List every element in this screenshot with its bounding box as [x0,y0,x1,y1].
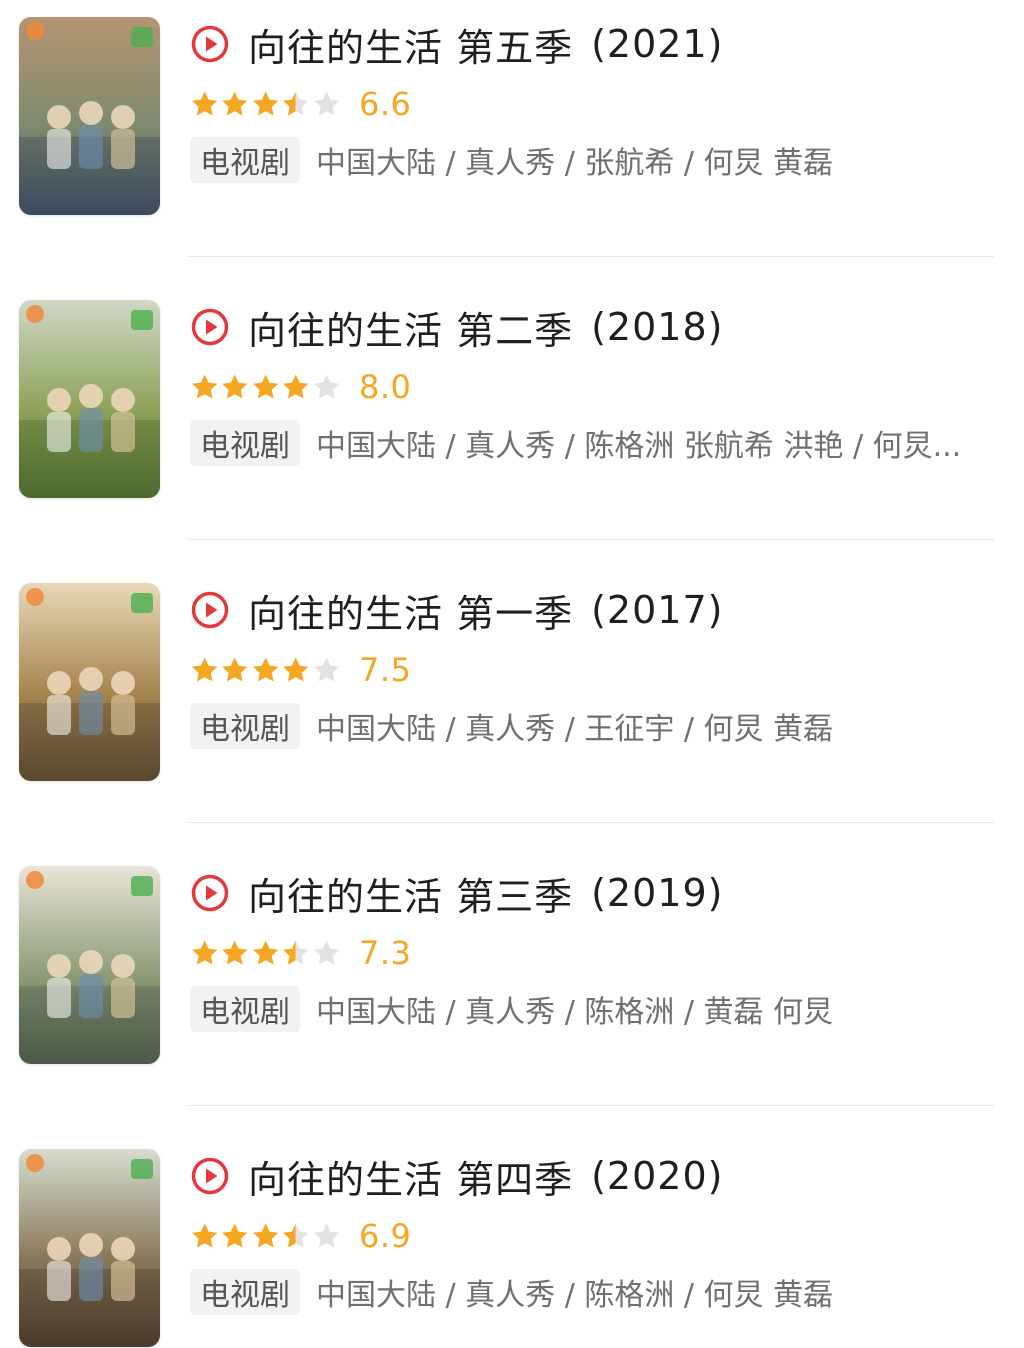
star-icon [222,657,248,682]
divider [188,539,994,540]
star-icon [222,1223,248,1248]
star-icon [192,374,218,399]
star-icon [252,374,279,399]
divider [188,1105,994,1106]
show-year: (2019) [591,871,724,915]
star-icon [313,1223,339,1248]
meta-row: 电视剧 中国大陆 / 真人秀 / 陈格洲 / 何炅 黄磊 [190,1269,1000,1315]
show-title[interactable]: 向往的生活 第四季 [248,1149,573,1204]
poster[interactable] [19,866,160,1064]
show-year: (2018) [591,305,724,349]
rating-score: 6.6 [359,85,412,123]
rating-score: 6.9 [359,1217,412,1255]
star-icon [192,1223,218,1248]
show-meta: 中国大陆 / 真人秀 / 陈格洲 张航希 洪艳 / 何炅... [316,429,962,464]
category-badge: 电视剧 [190,703,300,749]
show-meta: 中国大陆 / 真人秀 / 陈格洲 / 何炅 黄磊 [316,1278,834,1313]
poster[interactable] [19,1149,160,1347]
show-year: (2017) [591,588,724,632]
show-title[interactable]: 向往的生活 第五季 [248,17,573,72]
star-icon [283,1223,309,1248]
meta-row: 电视剧 中国大陆 / 真人秀 / 陈格洲 张航希 洪艳 / 何炅... [190,420,1000,466]
star-icon [313,940,339,965]
show-meta: 中国大陆 / 真人秀 / 张航希 / 何炅 黄磊 [316,146,834,181]
star-icon [313,374,339,399]
list-item[interactable]: 向往的生活 第二季 (2018) 8.0 电视剧 中国大陆 / 真人秀 / 陈格洲 张航… [0,283,1024,566]
title-row[interactable]: 向往的生活 第三季 (2019) [190,865,723,921]
show-title[interactable]: 向往的生活 第三季 [248,866,573,921]
list-item[interactable]: 向往的生活 第三季 (2019) 7.3 电视剧 中国大陆 / 真人秀 / 陈格洲 / … [0,849,1024,1132]
poster-image [19,17,160,215]
rating-row: 7.5 [190,650,411,690]
play-icon[interactable] [190,24,230,64]
list-item[interactable]: 向往的生活 第一季 (2017) 7.5 电视剧 中国大陆 / 真人秀 / 王征宇 / … [0,566,1024,849]
meta-row: 电视剧 中国大陆 / 真人秀 / 张航希 / 何炅 黄磊 [190,137,1000,183]
divider [188,256,994,257]
poster[interactable] [19,300,160,498]
list-item[interactable]: 向往的生活 第五季 (2021) 6.6 电视剧 中国大陆 / 真人秀 / 张航希 / … [0,0,1024,283]
rating-score: 7.3 [359,934,412,972]
meta-row: 电视剧 中国大陆 / 真人秀 / 王征宇 / 何炅 黄磊 [190,703,1000,749]
rating-row: 6.6 [190,84,411,124]
title-row[interactable]: 向往的生活 第四季 (2020) [190,1148,723,1204]
title-row[interactable]: 向往的生活 第二季 (2018) [190,299,723,355]
title-row[interactable]: 向往的生活 第一季 (2017) [190,582,723,638]
star-icon [222,374,248,399]
poster[interactable] [19,17,160,215]
star-icon [313,657,339,682]
star-icon [192,657,218,682]
star-rating [190,655,342,685]
star-icon [192,940,218,965]
show-meta: 中国大陆 / 真人秀 / 陈格洲 / 黄磊 何炅 [316,995,834,1030]
divider [188,822,994,823]
play-icon[interactable] [190,590,230,630]
star-icon [252,657,279,682]
play-icon[interactable] [190,1156,230,1196]
rating-row: 8.0 [190,367,411,407]
category-badge: 电视剧 [190,137,300,183]
play-icon[interactable] [190,307,230,347]
title-row[interactable]: 向往的生活 第五季 (2021) [190,16,723,72]
poster-image [19,583,160,781]
star-icon [252,940,279,965]
show-meta: 中国大陆 / 真人秀 / 王征宇 / 何炅 黄磊 [316,712,834,747]
category-badge: 电视剧 [190,986,300,1032]
list-item[interactable]: 向往的生活 第四季 (2020) 6.9 电视剧 中国大陆 / 真人秀 / 陈格洲 / … [0,1132,1024,1348]
rating-row: 7.3 [190,933,411,973]
star-icon [283,374,309,399]
star-icon [192,91,218,116]
show-title[interactable]: 向往的生活 第一季 [248,583,573,638]
search-results-list: 向往的生活 第五季 (2021) 6.6 电视剧 中国大陆 / 真人秀 / 张航希 / … [0,0,1024,1348]
star-icon [283,940,309,965]
category-badge: 电视剧 [190,420,300,466]
rating-score: 7.5 [359,651,412,689]
show-year: (2021) [591,22,724,66]
show-title[interactable]: 向往的生活 第二季 [248,300,573,355]
meta-row: 电视剧 中国大陆 / 真人秀 / 陈格洲 / 黄磊 何炅 [190,986,1000,1032]
show-year: (2020) [591,1154,724,1198]
star-rating [190,372,342,402]
star-rating [190,1221,342,1251]
poster-image [19,1149,160,1347]
play-icon[interactable] [190,873,230,913]
star-rating [190,938,342,968]
poster-image [19,866,160,1064]
poster[interactable] [19,583,160,781]
star-icon [252,1223,279,1248]
star-icon [222,940,248,965]
rating-row: 6.9 [190,1216,411,1256]
star-icon [283,657,309,682]
rating-score: 8.0 [359,368,412,406]
star-icon [313,91,339,116]
star-rating [190,89,342,119]
star-icon [283,91,309,116]
star-icon [222,91,248,116]
star-icon [252,91,279,116]
poster-image [19,300,160,498]
category-badge: 电视剧 [190,1269,300,1315]
